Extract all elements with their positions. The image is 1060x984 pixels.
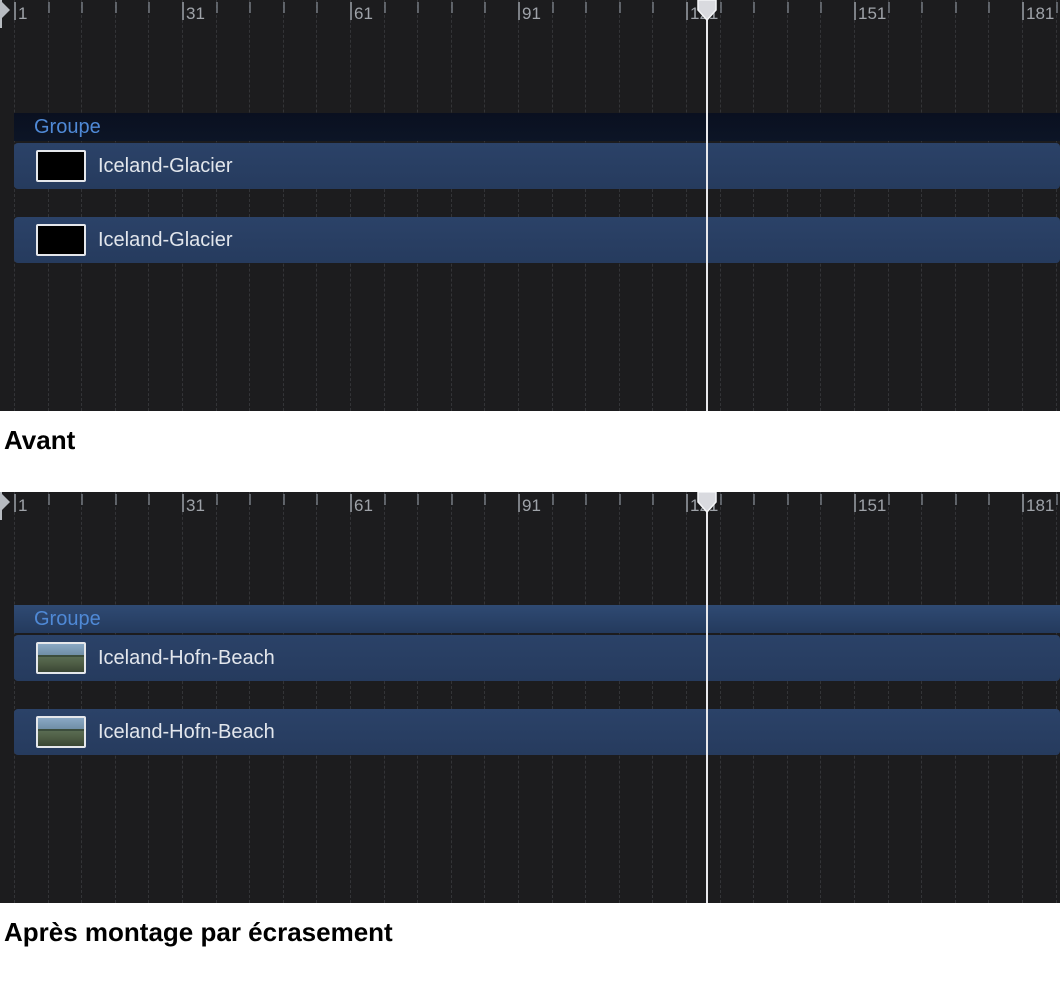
playhead-line[interactable] <box>706 492 708 903</box>
clip-name: Iceland-Hofn-Beach <box>98 721 275 744</box>
ruler[interactable]: 1316191121151181 <box>0 0 1060 28</box>
clip-row[interactable]: Iceland-Glacier <box>14 217 1060 263</box>
clip-thumbnail <box>36 642 86 674</box>
clip-thumbnail <box>36 224 86 256</box>
start-marker-icon <box>0 0 14 28</box>
group-header[interactable]: Groupe <box>14 113 1060 141</box>
clip-row[interactable]: Iceland-Hofn-Beach <box>14 709 1060 755</box>
caption-before: Avant <box>0 411 1060 492</box>
start-marker-icon <box>0 492 14 520</box>
group-header[interactable]: Groupe <box>14 605 1060 633</box>
playhead-head-icon[interactable] <box>696 492 718 514</box>
playhead-line[interactable] <box>706 0 708 411</box>
clip-thumbnail <box>36 716 86 748</box>
group-header-label: Groupe <box>34 608 101 630</box>
group-header-label: Groupe <box>34 116 101 138</box>
timeline-before[interactable]: 1316191121151181 Groupe Iceland-Glacier … <box>0 0 1060 411</box>
clip-name: Iceland-Hofn-Beach <box>98 647 275 670</box>
timeline-after[interactable]: 1316191121151181 Groupe Iceland-Hofn-Bea… <box>0 492 1060 903</box>
clip-name: Iceland-Glacier <box>98 155 233 178</box>
clip-row[interactable]: Iceland-Hofn-Beach <box>14 635 1060 681</box>
clip-row[interactable]: Iceland-Glacier <box>14 143 1060 189</box>
ruler[interactable]: 1316191121151181 <box>0 492 1060 520</box>
clip-name: Iceland-Glacier <box>98 229 233 252</box>
clip-thumbnail <box>36 150 86 182</box>
playhead-head-icon[interactable] <box>696 0 718 22</box>
